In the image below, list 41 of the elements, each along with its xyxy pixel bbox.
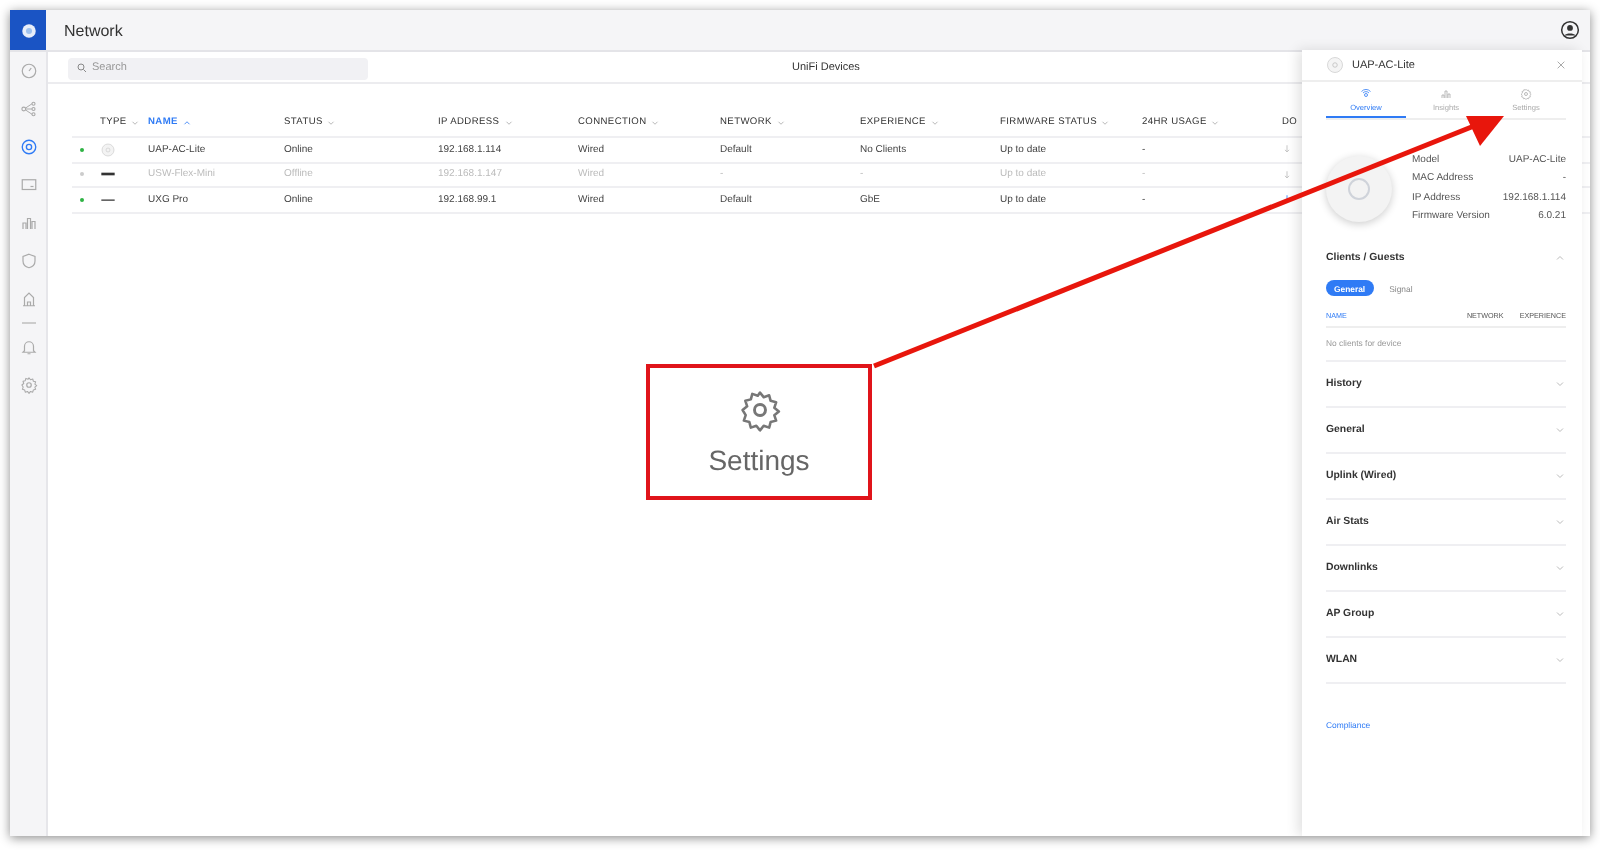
topology-icon[interactable] bbox=[19, 100, 37, 118]
target-icon[interactable] bbox=[19, 138, 37, 156]
access-point-icon bbox=[1326, 56, 1344, 74]
settings-icon bbox=[1520, 87, 1532, 99]
access-point-icon bbox=[100, 141, 116, 158]
chevron-down-icon bbox=[1554, 378, 1566, 390]
chevron-down-icon bbox=[1554, 562, 1566, 574]
chevron-down-icon bbox=[1554, 516, 1566, 528]
close-icon[interactable] bbox=[1556, 60, 1566, 70]
bell-icon[interactable] bbox=[19, 338, 37, 356]
bar-chart-icon bbox=[1440, 87, 1452, 99]
settings-icon bbox=[737, 388, 781, 432]
chevron-down-icon bbox=[775, 118, 786, 128]
chevron-down-icon bbox=[130, 118, 141, 128]
sort-up-icon bbox=[181, 118, 192, 128]
download-icon bbox=[1282, 169, 1292, 180]
avatar-icon[interactable] bbox=[1560, 20, 1580, 40]
chevron-up-icon bbox=[1554, 252, 1566, 264]
shield-icon[interactable] bbox=[19, 252, 37, 270]
settings-callout: Settings bbox=[646, 364, 872, 500]
search-icon bbox=[76, 62, 88, 74]
bar-chart-icon[interactable] bbox=[19, 214, 37, 232]
building-icon[interactable] bbox=[19, 290, 37, 308]
chevron-down-icon bbox=[1554, 424, 1566, 436]
chevron-down-icon bbox=[503, 118, 514, 128]
app-logo[interactable] bbox=[10, 10, 46, 50]
chevron-down-icon bbox=[326, 118, 337, 128]
window-title: Network bbox=[64, 21, 123, 39]
download-icon bbox=[1282, 144, 1292, 155]
device-image bbox=[1326, 155, 1392, 221]
settings-icon[interactable] bbox=[19, 376, 37, 394]
chevron-down-icon bbox=[650, 118, 661, 128]
chevron-down-icon bbox=[929, 118, 940, 128]
chevron-down-icon bbox=[1554, 608, 1566, 620]
chevron-down-icon bbox=[1554, 470, 1566, 482]
chevron-down-icon bbox=[1554, 654, 1566, 666]
chevron-down-icon bbox=[1210, 118, 1221, 128]
chevron-down-icon bbox=[1100, 118, 1111, 128]
access-point-icon bbox=[1360, 87, 1372, 99]
gauge-icon[interactable] bbox=[19, 62, 37, 80]
monitor-icon[interactable] bbox=[19, 176, 37, 194]
